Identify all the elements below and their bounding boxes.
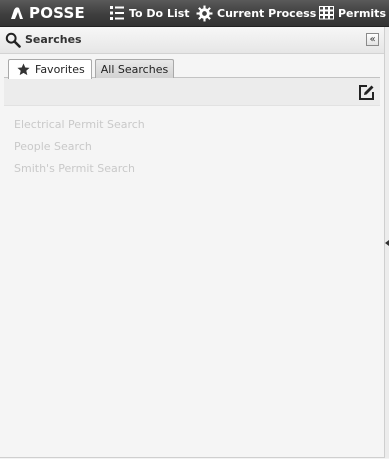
gear-icon bbox=[196, 5, 213, 21]
saved-searches-list: Electrical Permit Search People Search S… bbox=[4, 106, 380, 180]
panel-title: Searches bbox=[25, 33, 82, 46]
nav-process-label: Current Process bbox=[217, 6, 317, 20]
brand-logo[interactable]: POSSE bbox=[10, 4, 85, 22]
collapse-panel-button[interactable]: « bbox=[366, 33, 379, 46]
nav-permits[interactable]: Permits bbox=[319, 4, 386, 22]
saved-search-item[interactable]: Electrical Permit Search bbox=[4, 114, 380, 136]
collapse-arrow-icon[interactable] bbox=[385, 240, 389, 246]
nav-todo-list[interactable]: To Do List bbox=[109, 4, 190, 22]
posse-logo-icon bbox=[11, 7, 23, 19]
grid-icon bbox=[319, 6, 334, 20]
top-nav-bar: POSSE To Do List Current Process Permits bbox=[0, 0, 389, 27]
tab-favorites[interactable]: Favorites bbox=[8, 59, 92, 79]
saved-search-item[interactable]: People Search bbox=[4, 136, 380, 158]
nav-todo-label: To Do List bbox=[129, 6, 190, 20]
nav-permits-label: Permits bbox=[338, 6, 386, 20]
tab-all-searches-label: All Searches bbox=[100, 62, 169, 76]
star-icon bbox=[17, 63, 30, 76]
nav-current-process[interactable]: Current Process bbox=[196, 4, 316, 22]
brand-name: POSSE bbox=[29, 4, 85, 22]
favorites-toolbar bbox=[4, 78, 380, 106]
edit-icon[interactable] bbox=[358, 84, 375, 101]
favorites-content: Electrical Permit Search People Search S… bbox=[4, 78, 380, 453]
tab-favorites-label: Favorites bbox=[35, 63, 85, 76]
panel-header: Searches « bbox=[0, 27, 384, 54]
app-window: POSSE To Do List Current Process Permits… bbox=[0, 0, 389, 459]
tab-all-searches[interactable]: All Searches bbox=[95, 59, 174, 78]
searches-panel: Searches « Favorites All Searches Electr… bbox=[0, 27, 385, 458]
search-icon bbox=[5, 32, 21, 48]
list-icon bbox=[110, 6, 124, 20]
saved-search-item[interactable]: Smith's Permit Search bbox=[4, 158, 380, 180]
